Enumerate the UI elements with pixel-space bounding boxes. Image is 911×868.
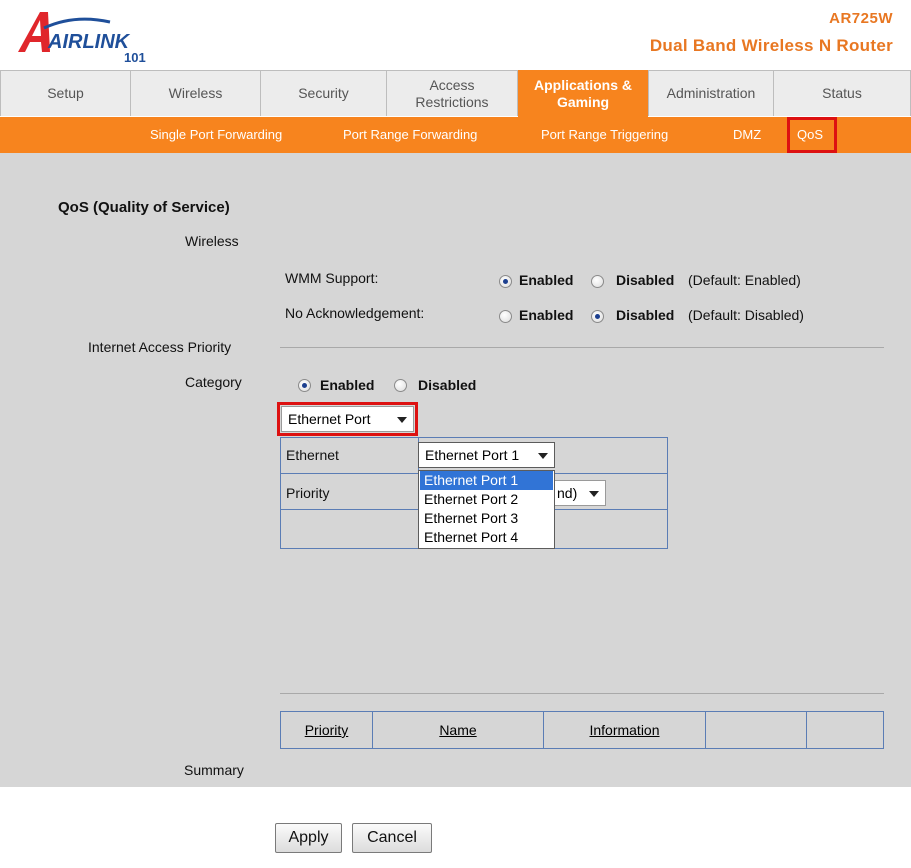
summary-col-information[interactable]: Information <box>544 712 706 748</box>
subtab-dmz[interactable]: DMZ <box>733 117 761 153</box>
priority-value-visible: nd) <box>557 485 578 501</box>
subtab-single-port-forwarding[interactable]: Single Port Forwarding <box>150 117 282 153</box>
dropdown-option-port-4[interactable]: Ethernet Port 4 <box>420 528 553 547</box>
ethernet-port-dropdown-list: Ethernet Port 1 Ethernet Port 2 Ethernet… <box>418 470 555 549</box>
sub-tab-bar: Single Port Forwarding Port Range Forwar… <box>0 117 911 153</box>
dropdown-option-port-2[interactable]: Ethernet Port 2 <box>420 490 553 509</box>
tab-security[interactable]: Security <box>260 70 387 116</box>
wireless-section-label: Wireless <box>185 233 239 249</box>
summary-col-name[interactable]: Name <box>373 712 544 748</box>
tab-setup[interactable]: Setup <box>0 70 131 116</box>
summary-label: Summary <box>184 762 244 778</box>
tab-applications-gaming[interactable]: Applications & Gaming <box>518 70 648 117</box>
no-ack-disabled-label: Disabled <box>616 307 675 323</box>
wmm-default-note: (Default: Enabled) <box>688 272 801 288</box>
no-ack-disabled-radio[interactable] <box>591 310 604 323</box>
category-enabled-radio[interactable] <box>298 379 311 392</box>
category-disabled-label: Disabled <box>418 377 477 393</box>
model-name: AR725W <box>829 10 893 27</box>
tab-administration[interactable]: Administration <box>648 70 774 116</box>
main-tabs: Setup Wireless Security Access Restricti… <box>0 70 911 117</box>
summary-col-empty-1 <box>706 712 807 748</box>
tab-access-restrictions[interactable]: Access Restrictions <box>386 70 518 116</box>
ethernet-row-label: Ethernet <box>286 447 339 463</box>
priority-row-label: Priority <box>286 485 330 501</box>
dropdown-option-port-3[interactable]: Ethernet Port 3 <box>420 509 553 528</box>
chevron-down-icon <box>538 453 548 459</box>
tab-wireless[interactable]: Wireless <box>130 70 261 116</box>
wmm-enabled-label: Enabled <box>519 272 574 288</box>
page-title: QoS (Quality of Service) <box>58 199 230 216</box>
no-ack-enabled-label: Enabled <box>519 307 574 323</box>
chevron-down-icon <box>589 491 599 497</box>
qos-highlight-box <box>787 117 837 153</box>
internet-access-priority-label: Internet Access Priority <box>88 339 232 355</box>
no-ack-default-note: (Default: Disabled) <box>688 307 804 323</box>
cancel-button[interactable]: Cancel <box>352 823 432 853</box>
no-ack-label: No Acknowledgement: <box>285 305 425 321</box>
wmm-disabled-radio[interactable] <box>591 275 604 288</box>
no-ack-enabled-radio[interactable] <box>499 310 512 323</box>
summary-col-priority[interactable]: Priority <box>281 712 373 748</box>
category-disabled-radio[interactable] <box>394 379 407 392</box>
logo-sub: 101 <box>124 50 146 64</box>
summary-divider <box>280 693 884 694</box>
apply-button[interactable]: Apply <box>275 823 342 853</box>
dropdown-option-port-1[interactable]: Ethernet Port 1 <box>420 471 553 490</box>
ethernet-port-value: Ethernet Port 1 <box>425 447 520 463</box>
airlink-logo: AIRLINK 101 <box>18 12 146 64</box>
subtab-port-range-forwarding[interactable]: Port Range Forwarding <box>343 117 477 153</box>
product-name: Dual Band Wireless N Router <box>649 36 893 55</box>
summary-col-empty-2 <box>807 712 883 748</box>
summary-table: Priority Name Information <box>280 711 884 749</box>
category-enabled-label: Enabled <box>320 377 375 393</box>
logo-wordmark: AIRLINK <box>47 31 131 53</box>
wmm-support-label: WMM Support: <box>285 270 379 286</box>
category-select-highlight-box <box>277 402 418 436</box>
wmm-disabled-label: Disabled <box>616 272 675 288</box>
section-divider <box>280 347 884 348</box>
category-label: Category <box>185 374 242 390</box>
ethernet-port-select[interactable]: Ethernet Port 1 <box>418 442 555 468</box>
wmm-enabled-radio[interactable] <box>499 275 512 288</box>
subtab-port-range-triggering[interactable]: Port Range Triggering <box>541 117 668 153</box>
tab-status[interactable]: Status <box>773 70 911 116</box>
